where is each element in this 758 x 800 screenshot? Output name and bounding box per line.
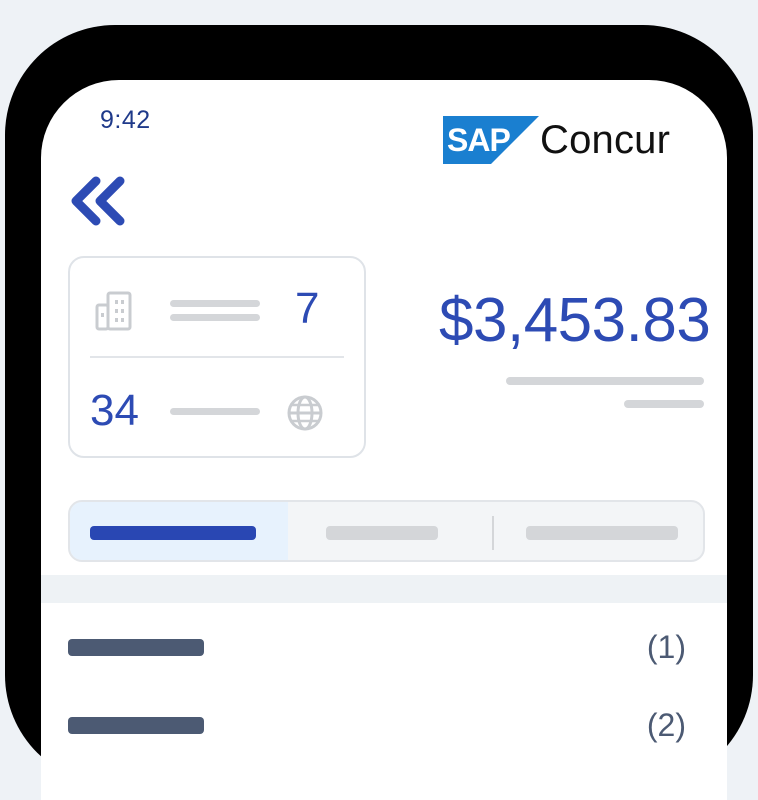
tab-divider <box>492 516 494 550</box>
list-item-label-placeholder <box>68 639 204 656</box>
placeholder-line <box>170 314 260 321</box>
phone-frame: 9:42 SAP Concur 7 34 $3,453.83 (1) (2) <box>5 25 753 800</box>
app-screen: 9:42 SAP Concur 7 34 $3,453.83 (1) (2) <box>41 80 727 800</box>
total-amount: $3,453.83 <box>439 286 711 355</box>
placeholder-line <box>624 400 704 408</box>
count-top: 7 <box>295 284 320 333</box>
tab-3[interactable] <box>526 526 678 540</box>
double-chevron-left-icon[interactable] <box>68 175 128 227</box>
segmented-control <box>68 500 705 562</box>
list-item-label-placeholder <box>68 717 204 734</box>
sap-concur-logo: SAP Concur <box>443 116 670 164</box>
placeholder-line <box>170 300 260 307</box>
globe-icon <box>287 395 323 431</box>
summary-card[interactable]: 7 34 <box>68 256 366 458</box>
status-time: 9:42 <box>100 106 151 134</box>
tab-label-placeholder <box>90 526 256 540</box>
placeholder-line <box>506 377 704 385</box>
card-divider <box>90 356 344 358</box>
count-bottom: 34 <box>90 386 139 435</box>
list-item-count: (2) <box>646 707 686 743</box>
tab-2[interactable] <box>326 526 438 540</box>
tab-active[interactable] <box>70 502 288 560</box>
sap-logo-mark: SAP <box>443 116 539 164</box>
building-icon <box>95 291 132 331</box>
list-item-count: (1) <box>646 629 686 665</box>
placeholder-line <box>170 408 260 415</box>
section-separator <box>41 575 727 603</box>
brand-name: Concur <box>540 117 671 162</box>
